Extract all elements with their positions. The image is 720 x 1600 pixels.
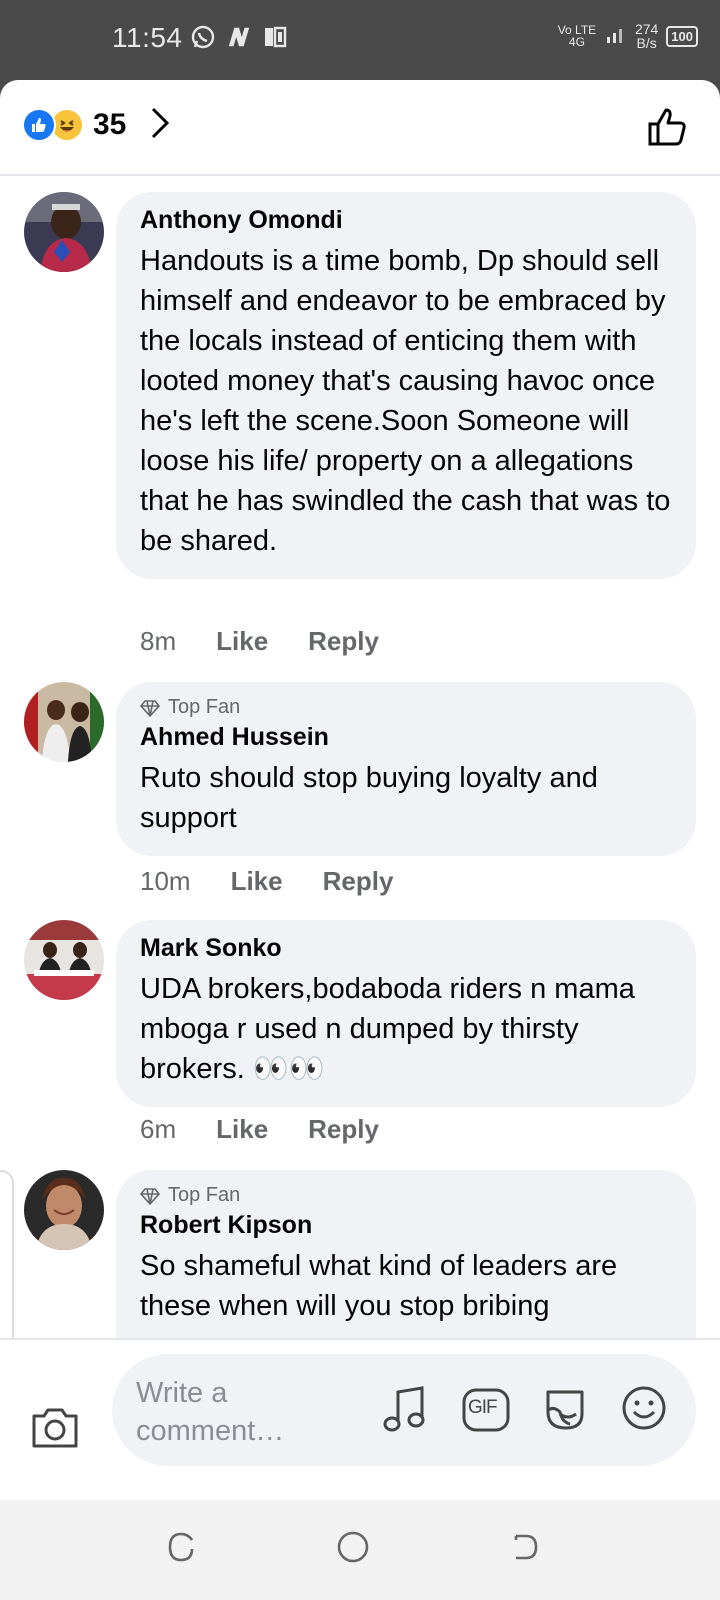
avatar[interactable] — [24, 682, 104, 762]
recents-button[interactable] — [166, 1530, 196, 1569]
comment-text: Handouts is a time bomb, Dp should sell … — [140, 245, 671, 557]
gif-button[interactable]: GIF — [462, 1388, 510, 1437]
camera-icon[interactable] — [30, 1406, 80, 1455]
chevron-right-icon[interactable] — [150, 106, 170, 145]
comment-text: Ruto should stop buying loyalty and supp… — [140, 762, 598, 834]
diamond-icon — [140, 699, 160, 717]
music-icon[interactable] — [382, 1384, 428, 1439]
reply-comment-button[interactable]: Reply — [308, 626, 379, 657]
comment-time: 6m — [140, 1114, 177, 1144]
comment-author[interactable]: Ahmed Hussein — [140, 723, 672, 752]
comment-text: UDA brokers,bodaboda riders n mama mboga… — [140, 973, 635, 1085]
system-nav-bar — [0, 1500, 720, 1600]
comment-actions: 10m Like Reply — [140, 866, 393, 897]
like-reaction-icon — [22, 108, 56, 142]
diamond-icon — [140, 1187, 160, 1205]
avatar[interactable] — [24, 1170, 104, 1250]
comment-bubble[interactable]: Top Fan Ahmed Hussein Ruto should stop b… — [116, 682, 696, 856]
comment-author[interactable]: Robert Kipson — [140, 1211, 672, 1240]
reply-comment-button[interactable]: Reply — [323, 866, 394, 897]
comment-bubble[interactable]: Mark Sonko UDA brokers,bodaboda riders n… — [116, 920, 696, 1107]
data-speed: 274 B/s — [635, 22, 658, 50]
home-button[interactable] — [336, 1530, 370, 1569]
comment-text: So shameful what kind of leaders are the… — [140, 1250, 618, 1322]
comment-actions: 8m Like Reply — [140, 626, 379, 657]
back-button[interactable] — [510, 1530, 540, 1569]
notification-icons — [190, 24, 288, 50]
comment-input[interactable]: Write a comment… GIF — [112, 1354, 696, 1466]
like-comment-button[interactable]: Like — [216, 1114, 268, 1145]
signal-icon — [605, 23, 627, 50]
gif-label: GIF — [468, 1397, 498, 1418]
comment-list: Anthony Omondi Handouts is a time bomb, … — [0, 178, 720, 1418]
network-indicator: Vo LTE 4G — [557, 23, 597, 49]
comment-placeholder: Write a comment… — [136, 1377, 285, 1447]
reactions-bar[interactable]: 35 — [0, 80, 720, 176]
status-right: Vo LTE 4G 274 B/s 100 — [557, 22, 698, 50]
comment-author[interactable]: Mark Sonko — [140, 934, 672, 963]
emoji-icon[interactable] — [620, 1384, 668, 1437]
top-fan-badge: Top Fan — [140, 696, 672, 719]
avatar[interactable] — [24, 192, 104, 272]
sticker-icon[interactable] — [540, 1384, 590, 1439]
top-fan-label: Top Fan — [168, 1184, 241, 1206]
reply-comment-button[interactable]: Reply — [308, 1114, 379, 1145]
comment-composer: Write a comment… GIF — [0, 1338, 720, 1500]
comment-time: 10m — [140, 866, 191, 896]
comment-actions: 6m Like Reply — [140, 1114, 379, 1145]
like-post-button[interactable] — [646, 104, 690, 153]
status-time: 11:54 — [112, 22, 183, 53]
reader-app-icon — [262, 24, 288, 50]
top-fan-badge: Top Fan — [140, 1184, 672, 1207]
whatsapp-icon — [190, 24, 216, 50]
battery-indicator: 100 — [666, 25, 698, 47]
avatar[interactable] — [24, 920, 104, 1000]
comments-sheet: 35 Anthony Omondi Handouts is a time bom… — [0, 80, 720, 1500]
news-app-icon — [226, 24, 252, 50]
status-bar: 11:54 Vo LTE 4G 274 B/s 100 — [0, 0, 720, 80]
reaction-icons — [22, 108, 84, 142]
comment-time: 8m — [140, 626, 177, 656]
comment-bubble[interactable]: Anthony Omondi Handouts is a time bomb, … — [116, 192, 696, 579]
reaction-count: 35 — [93, 108, 127, 141]
data-speed-unit: B/s — [636, 35, 657, 51]
top-fan-label: Top Fan — [168, 696, 241, 718]
like-comment-button[interactable]: Like — [216, 626, 268, 657]
comment-author[interactable]: Anthony Omondi — [140, 206, 672, 235]
like-comment-button[interactable]: Like — [231, 866, 283, 897]
